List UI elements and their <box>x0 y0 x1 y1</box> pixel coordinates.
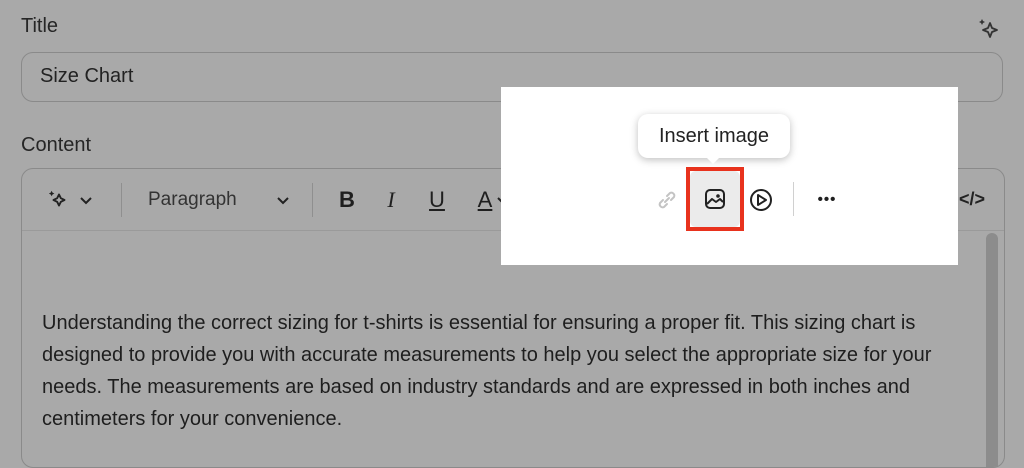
chevron-down-icon <box>80 197 92 205</box>
code-view-button[interactable]: </> <box>952 186 992 212</box>
bold-button[interactable]: B <box>332 185 362 215</box>
italic-button[interactable]: I <box>376 185 406 215</box>
sparkle-icon <box>48 190 66 207</box>
ai-sparkle-icon[interactable] <box>977 17 1003 43</box>
text-color-icon: A <box>477 187 493 212</box>
link-icon[interactable] <box>655 188 679 212</box>
ai-assist-dropdown[interactable] <box>42 185 98 215</box>
paragraph-style-dropdown[interactable]: Paragraph <box>142 185 292 215</box>
underline-button[interactable]: U <box>422 185 452 215</box>
title-label: Title <box>21 15 59 37</box>
editor-body-text[interactable]: Understanding the correct sizing for t-s… <box>42 307 972 435</box>
insert-image-tooltip: Insert image <box>638 114 790 158</box>
content-label: Content <box>21 134 92 156</box>
editor-scrollbar[interactable] <box>986 233 998 467</box>
insert-image-highlight <box>686 167 744 231</box>
more-options-button[interactable]: ••• <box>810 186 844 212</box>
paragraph-style-label: Paragraph <box>148 189 237 210</box>
video-play-icon[interactable] <box>748 187 774 213</box>
tooltip-arrow <box>704 155 722 164</box>
chevron-down-icon <box>277 197 289 205</box>
